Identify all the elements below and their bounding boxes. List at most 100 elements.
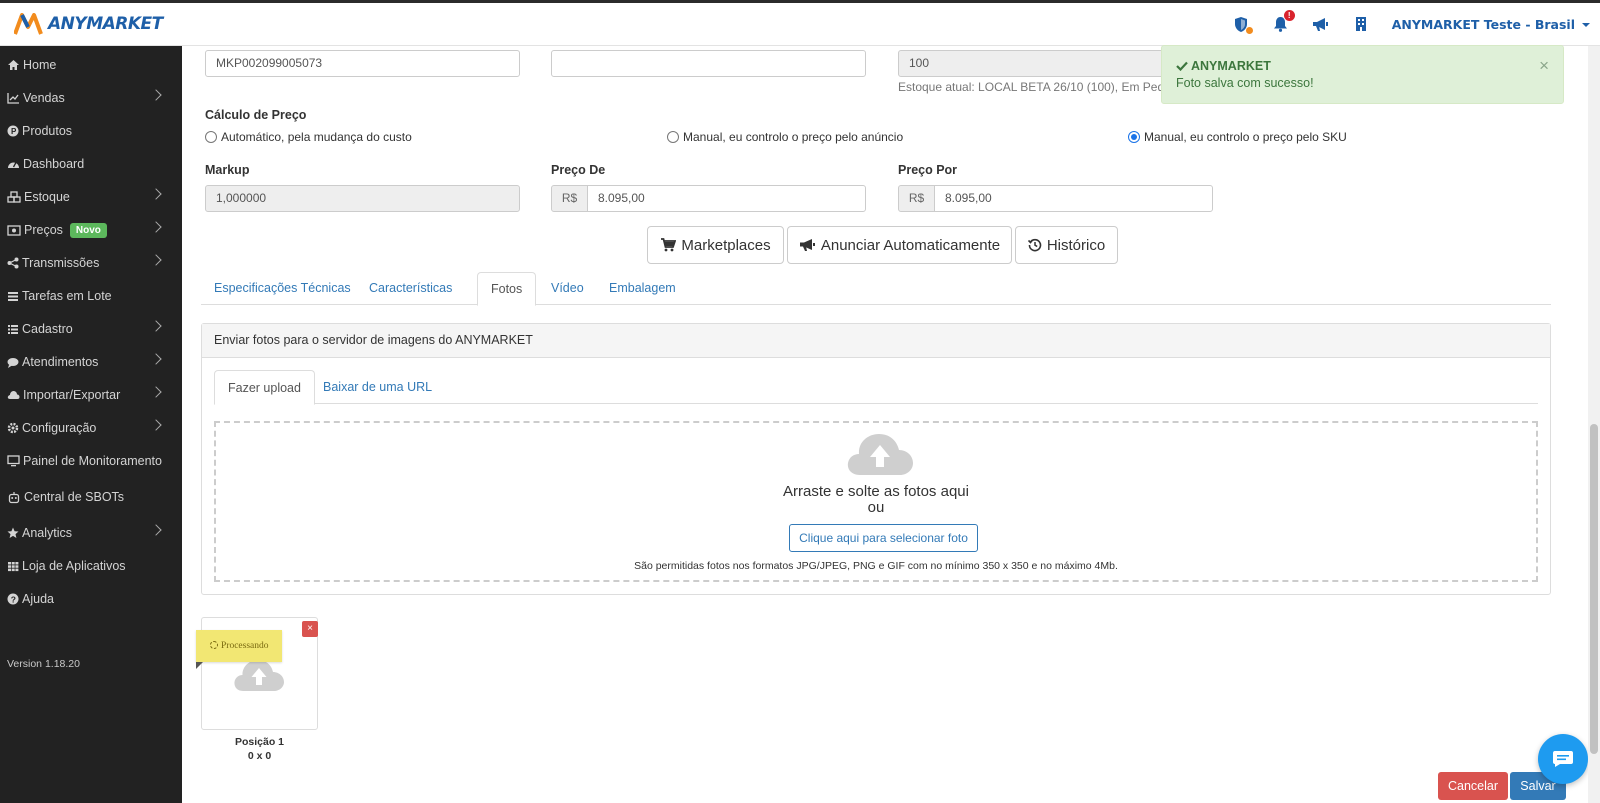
photos-upload-panel: Enviar fotos para o servidor de imagens … xyxy=(201,323,1551,595)
markup-input: 1,000000 xyxy=(205,185,520,212)
alert-message: Foto salva com sucesso! xyxy=(1176,76,1314,90)
preco-de-label: Preço De xyxy=(551,163,606,177)
sidebar-item-home[interactable]: Home xyxy=(0,53,182,77)
chevron-right-icon xyxy=(150,188,162,200)
sidebar-item-label: Dashboard xyxy=(23,157,85,171)
upload-subtabs: Fazer upload Baixar de uma URL xyxy=(214,370,1538,405)
tab-baixar-url[interactable]: Baixar de uma URL xyxy=(310,370,445,404)
svg-text:P: P xyxy=(11,127,17,136)
cloud-upload-icon xyxy=(847,434,913,475)
historico-button[interactable]: Histórico xyxy=(1015,226,1118,264)
success-alert: ANYMARKET Foto salva com sucesso! × xyxy=(1161,45,1564,104)
sidebar-item-ajuda[interactable]: ? Ajuda xyxy=(0,587,182,611)
sidebar-item-label: Vendas xyxy=(23,91,65,105)
sidebar-item-precos[interactable]: Preços Novo xyxy=(0,218,182,242)
anunciar-automaticamente-button[interactable]: Anunciar Automaticamente xyxy=(787,226,1012,264)
tab-especificacoes-tecnicas[interactable]: Especificações Técnicas xyxy=(201,272,364,305)
sidebar-item-configuracao[interactable]: Configuração xyxy=(0,416,182,440)
markup-label: Markup xyxy=(205,163,250,177)
user-menu[interactable]: ANYMARKET Teste - Brasil xyxy=(1392,17,1590,32)
cancel-button[interactable]: Cancelar xyxy=(1438,772,1508,800)
sidebar-item-central-de-sbots[interactable]: Central de SBOTs xyxy=(0,485,182,509)
sidebar-item-loja-de-aplicativos[interactable]: Loja de Aplicativos xyxy=(0,554,182,578)
radio-label: Automático, pela mudança do custo xyxy=(221,130,412,144)
secondary-input[interactable] xyxy=(551,50,866,77)
megaphone-icon[interactable] xyxy=(1312,15,1330,33)
sidebar-item-cadastro[interactable]: Cadastro xyxy=(0,317,182,341)
chat-widget-button[interactable] xyxy=(1538,734,1588,784)
page-scrollbar[interactable] xyxy=(1588,46,1600,803)
sidebar-item-tarefas-em-lote[interactable]: Tarefas em Lote xyxy=(0,284,182,308)
remove-photo-button[interactable]: × xyxy=(302,621,318,637)
sidebar-item-atendimentos[interactable]: Atendimentos xyxy=(0,350,182,374)
sidebar-item-label: Painel de Monitoramento xyxy=(23,454,162,468)
sidebar-item-label: Transmissões xyxy=(22,256,100,270)
sidebar-item-analytics[interactable]: Analytics xyxy=(0,521,182,545)
list-ul-icon xyxy=(8,324,18,334)
shield-icon[interactable] xyxy=(1232,15,1253,34)
photo-position: Posição 1 xyxy=(234,736,285,748)
scrollbar-thumb[interactable] xyxy=(1590,424,1598,754)
chevron-right-icon xyxy=(150,353,162,365)
sidebar-item-label: Atendimentos xyxy=(22,355,99,369)
sidebar-item-label: Produtos xyxy=(22,124,73,138)
top-navbar: ANYMARKET ! ANYMARKET Teste - Brasil xyxy=(0,3,1600,46)
sidebar-item-label: Cadastro xyxy=(22,322,73,336)
sidebar-item-label: Configuração xyxy=(22,421,97,435)
user-name: ANYMARKET Teste - Brasil xyxy=(1391,16,1575,32)
sidebar-item-dashboard[interactable]: Dashboard xyxy=(0,152,182,176)
tab-fazer-upload[interactable]: Fazer upload xyxy=(214,370,315,405)
sidebar-item-produtos[interactable]: P Produtos xyxy=(0,119,182,143)
sidebar-item-importar-exportar[interactable]: Importar/Exportar xyxy=(0,383,182,407)
preco-de-input[interactable]: 8.095,00 xyxy=(587,185,866,212)
sidebar-item-label: Home xyxy=(23,58,57,72)
tab-embalagem[interactable]: Embalagem xyxy=(596,272,689,305)
star-icon xyxy=(7,527,19,538)
svg-text:?: ? xyxy=(11,594,16,604)
tab-video[interactable]: Vídeo xyxy=(538,272,597,305)
radio-manual-sku[interactable]: Manual, eu controlo o preço pelo SKU xyxy=(1128,130,1347,144)
preco-por-input[interactable]: 8.095,00 xyxy=(934,185,1213,212)
preco-por-label: Preço Por xyxy=(898,163,958,177)
sidebar-item-label: Tarefas em Lote xyxy=(22,289,112,303)
close-icon[interactable]: × xyxy=(1539,56,1549,76)
radio-manual-anuncio[interactable]: Manual, eu controlo o preço pelo anúncio xyxy=(667,130,903,144)
processing-text: Processando xyxy=(221,641,269,651)
stock-input: 100 xyxy=(898,50,1178,77)
radio-circle-checked xyxy=(1128,131,1140,143)
photo-dimensions: 0 x 0 xyxy=(247,750,272,762)
select-photo-button[interactable]: Clique aqui para selecionar foto xyxy=(789,524,978,552)
chevron-down-icon xyxy=(1582,23,1590,28)
currency-addon: R$ xyxy=(551,185,588,212)
marketplaces-button[interactable]: Marketplaces xyxy=(647,226,784,264)
building-icon[interactable] xyxy=(1352,15,1370,33)
history-icon xyxy=(1027,238,1042,252)
cloud-upload-icon xyxy=(234,660,284,691)
shopping-cart-icon xyxy=(661,238,677,252)
chart-line-icon xyxy=(7,93,19,104)
sidebar-item-label: Central de SBOTs xyxy=(24,490,125,504)
radio-auto-cost[interactable]: Automático, pela mudança do custo xyxy=(205,130,412,144)
money-icon xyxy=(7,224,21,236)
logo[interactable]: ANYMARKET xyxy=(14,13,163,35)
chevron-right-icon xyxy=(150,89,162,101)
sidebar-item-estoque[interactable]: Estoque xyxy=(0,185,182,209)
bell-icon[interactable]: ! xyxy=(1272,10,1295,33)
question-icon: ? xyxy=(7,593,19,605)
price-calc-label: Cálculo de Preço xyxy=(205,108,307,122)
sidebar-item-label: Ajuda xyxy=(22,592,54,606)
th-icon xyxy=(8,561,19,571)
sidebar-item-label: Estoque xyxy=(24,190,70,204)
sidebar-item-transmissoes[interactable]: Transmissões xyxy=(0,251,182,275)
tab-caracteristicas[interactable]: Características xyxy=(356,272,465,305)
sidebar-item-label: Loja de Aplicativos xyxy=(22,559,126,573)
sku-input[interactable]: MKP002099005073 xyxy=(205,50,520,77)
historico-label: Histórico xyxy=(1046,236,1106,254)
sidebar-item-painel-de-monitoramento[interactable]: Painel de Monitoramento xyxy=(0,449,182,473)
radio-label: Manual, eu controlo o preço pelo SKU xyxy=(1144,130,1347,144)
tab-fotos[interactable]: Fotos xyxy=(477,272,537,306)
photo-dropzone[interactable]: Arraste e solte as fotos aqui ou Clique … xyxy=(214,421,1538,582)
comment-icon xyxy=(7,357,19,368)
sidebar-item-vendas[interactable]: Vendas xyxy=(0,86,182,110)
radio-label: Manual, eu controlo o preço pelo anúncio xyxy=(683,130,904,144)
